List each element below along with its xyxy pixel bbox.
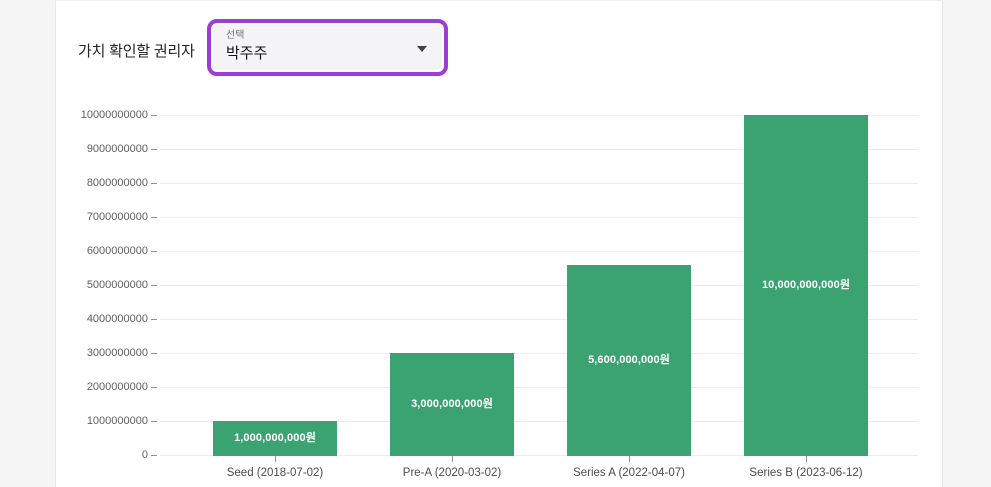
bar-value-label: 3,000,000,000원 <box>411 398 493 411</box>
x-axis-tick <box>629 456 630 462</box>
y-axis-label: 3000000000 <box>80 347 148 360</box>
x-axis-label: Series A (2022-04-07) <box>573 466 685 480</box>
y-axis-tick <box>151 285 157 286</box>
y-axis-label: 0 <box>80 449 148 462</box>
y-axis-label: 9000000000 <box>80 143 148 156</box>
page: 가치 확인할 권리자 선택 박주주 1000000000090000000008… <box>0 0 991 487</box>
y-axis-tick <box>151 353 157 354</box>
y-axis-tick <box>151 455 157 456</box>
x-axis-label: Series B (2023-06-12) <box>749 466 862 480</box>
bar-chart: 1000000000090000000008000000000700000000… <box>0 0 991 487</box>
y-axis-label: 5000000000 <box>80 279 148 292</box>
y-axis-tick <box>151 319 157 320</box>
bar-value-label: 5,600,000,000원 <box>588 354 670 367</box>
x-axis-tick <box>452 456 453 462</box>
x-axis-tick <box>275 456 276 462</box>
y-axis-tick <box>151 217 157 218</box>
y-axis-tick <box>151 149 157 150</box>
x-axis-label: Seed (2018-07-02) <box>227 466 324 480</box>
x-axis-label: Pre-A (2020-03-02) <box>403 466 501 480</box>
y-axis-tick <box>151 387 157 388</box>
bar-value-label: 1,000,000,000원 <box>234 432 316 445</box>
y-axis-label: 10000000000 <box>80 109 148 122</box>
y-axis-label: 8000000000 <box>80 177 148 190</box>
bar-value-label: 10,000,000,000원 <box>762 279 850 292</box>
x-axis-tick <box>806 456 807 462</box>
y-axis-tick <box>151 115 157 116</box>
y-axis-label: 2000000000 <box>80 381 148 394</box>
y-axis-label: 6000000000 <box>80 245 148 258</box>
y-axis-label: 1000000000 <box>80 415 148 428</box>
y-axis-tick <box>151 183 157 184</box>
y-axis-label: 7000000000 <box>80 211 148 224</box>
y-axis-tick <box>151 251 157 252</box>
y-axis-tick <box>151 421 157 422</box>
y-axis-label: 4000000000 <box>80 313 148 326</box>
